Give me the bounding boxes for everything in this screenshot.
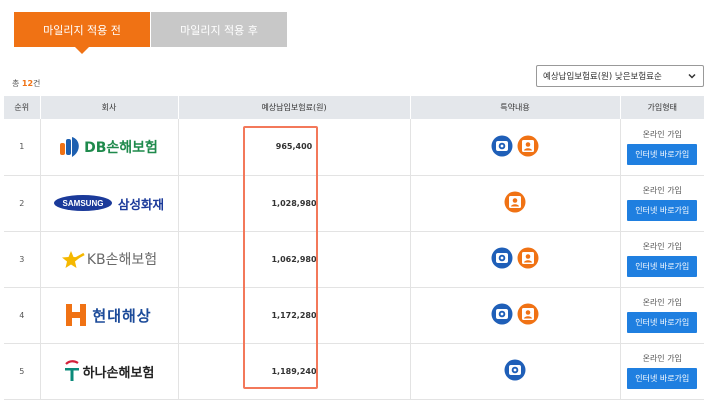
header-rank: 순위 <box>4 96 40 119</box>
samsung-logo-text: 삼성화재 <box>117 196 164 212</box>
company-cell: SAMSUNG 삼성화재 <box>39 175 178 232</box>
rank-cell: 4 <box>4 287 40 344</box>
premium-cell: 965,400 <box>177 119 410 176</box>
table-header-row: 순위 회사 예상납입보험료(원) 특약내용 가입형태 <box>4 96 704 119</box>
rank-cell: 1 <box>4 119 40 176</box>
internet-join-button[interactable]: 인터넷 바로가입 <box>627 256 698 277</box>
special-cell <box>409 343 620 400</box>
rank-cell: 5 <box>4 343 40 400</box>
db-logo-icon <box>60 136 79 157</box>
join-cell: 온라인 가입 인터넷 바로가입 <box>619 343 704 400</box>
result-count-prefix: 총 <box>12 79 22 88</box>
internet-join-button[interactable]: 인터넷 바로가입 <box>627 368 698 389</box>
hana-logo-icon <box>64 360 79 381</box>
premium-cell: 1,028,980 <box>177 175 410 232</box>
special-cell <box>409 119 620 176</box>
table-row: 5 하나손해보험 1,189,240 온라인 가입 인터넷 바로가입 <box>4 343 704 400</box>
internet-join-button[interactable]: 인터넷 바로가입 <box>627 143 698 165</box>
kb-insurance-logo: KB손해보험 <box>61 245 157 273</box>
child-icon <box>517 135 539 157</box>
rank-cell: 2 <box>4 175 40 232</box>
join-type-label: 온라인 가입 <box>642 298 682 307</box>
sort-selected-value: 예상납입보험료(원) 낮은보험료순 <box>543 72 662 82</box>
special-cell <box>409 175 620 232</box>
header-join-type: 가입형태 <box>619 96 704 119</box>
samsung-fire-logo: SAMSUNG 삼성화재 <box>53 189 164 217</box>
insurance-comparison-table: 순위 회사 예상납입보험료(원) 특약내용 가입형태 1 DB손해보험 965, <box>4 96 704 400</box>
company-cell: 하나손해보험 <box>39 343 178 400</box>
join-cell: 온라인 가입 인터넷 바로가입 <box>619 175 704 232</box>
samsung-badge-text: SAMSUNG <box>63 199 104 208</box>
premium-cell: 1,189,240 <box>177 343 410 400</box>
blackbox-icon <box>491 135 513 157</box>
sort-select[interactable]: 예상납입보험료(원) 낮은보험료순 <box>536 65 704 87</box>
child-icon <box>504 191 526 213</box>
kb-star-icon <box>61 251 85 268</box>
join-type-label: 온라인 가입 <box>642 129 682 139</box>
table-row: 4 현대해상 1,172,280 온라인 가입 인터넷 바로가입 <box>4 287 704 344</box>
premium-cell: 1,062,980 <box>177 231 410 288</box>
join-type-label: 온라인 가입 <box>642 354 682 363</box>
result-count-number: 12 <box>21 79 34 88</box>
db-logo-text: DB손해보험 <box>84 139 158 156</box>
result-count-suffix: 건 <box>33 79 41 88</box>
table-row: 3 KB손해보험 1,062,980 온라인 가입 인터넷 바로가입 <box>4 231 704 288</box>
internet-join-button[interactable]: 인터넷 바로가입 <box>627 200 698 221</box>
company-cell: 현대해상 <box>39 287 178 344</box>
table-row: 2 SAMSUNG 삼성화재 1,028,980 온라인 가입 인터넷 바로가입 <box>4 175 704 232</box>
join-type-label: 온라인 가입 <box>642 186 682 195</box>
hyundai-h-icon <box>66 304 87 326</box>
tab-before-mileage[interactable]: 마일리지 적용 전 <box>14 12 150 54</box>
internet-join-button[interactable]: 인터넷 바로가입 <box>627 312 698 333</box>
rank-cell: 3 <box>4 231 40 288</box>
hana-logo-text: 하나손해보험 <box>82 365 155 381</box>
hana-insurance-logo: 하나손해보험 <box>64 357 155 385</box>
header-premium: 예상납입보험료(원) <box>177 96 410 119</box>
kb-logo-text: KB손해보험 <box>86 252 158 268</box>
blackbox-icon <box>504 359 526 381</box>
table-row: 1 DB손해보험 965,400 온라인 가입 인터넷 바로가입 <box>4 119 704 176</box>
header-special-terms: 특약내용 <box>409 96 620 119</box>
result-count: 총 12건 <box>12 78 40 89</box>
hyundai-marine-logo: 현대해상 <box>66 301 151 329</box>
join-cell: 온라인 가입 인터넷 바로가입 <box>619 287 704 344</box>
join-cell: 온라인 가입 인터넷 바로가입 <box>619 231 704 288</box>
premium-cell: 1,172,280 <box>177 287 410 344</box>
header-company: 회사 <box>39 96 178 119</box>
samsung-badge-icon: SAMSUNG <box>53 195 112 211</box>
tab-after-mileage[interactable]: 마일리지 적용 후 <box>151 12 287 47</box>
blackbox-icon <box>491 247 513 269</box>
special-cell <box>409 287 620 344</box>
child-icon <box>517 303 539 325</box>
company-cell: DB손해보험 <box>39 119 178 176</box>
join-cell: 온라인 가입 인터넷 바로가입 <box>619 119 704 176</box>
chevron-down-icon <box>688 73 696 79</box>
mileage-tabs: 마일리지 적용 전 마일리지 적용 후 <box>14 12 287 54</box>
special-cell <box>409 231 620 288</box>
hyundai-logo-text: 현대해상 <box>92 306 152 325</box>
child-icon <box>517 247 539 269</box>
join-type-label: 온라인 가입 <box>642 242 682 251</box>
blackbox-icon <box>491 303 513 325</box>
db-insurance-logo: DB손해보험 <box>60 133 158 161</box>
company-cell: KB손해보험 <box>39 231 178 288</box>
